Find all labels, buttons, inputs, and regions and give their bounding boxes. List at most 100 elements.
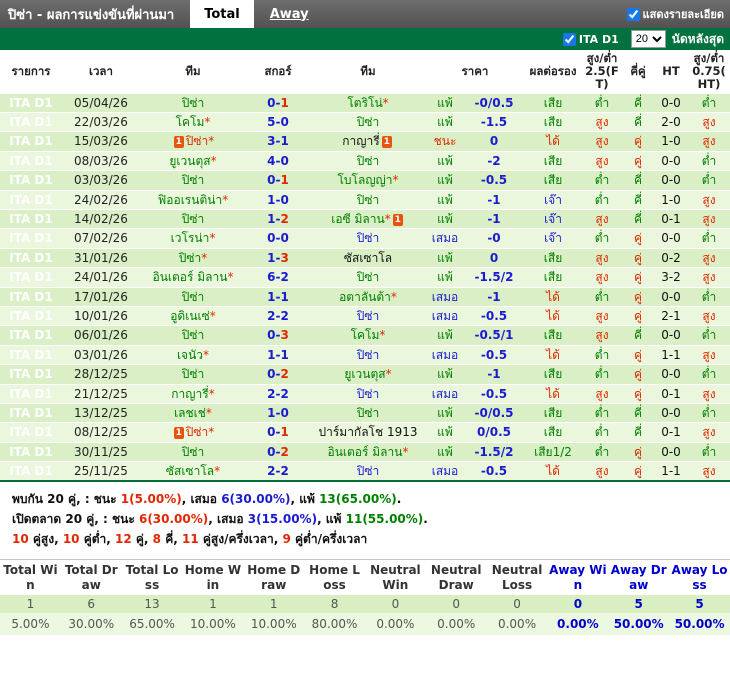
league-badge[interactable]: ITA D1 bbox=[0, 287, 62, 307]
team-name[interactable]: ฟิออเรนติน่า bbox=[158, 193, 222, 207]
team-name[interactable]: ซัสเซาโล bbox=[344, 251, 392, 265]
summary-text: 10 bbox=[12, 532, 29, 547]
team-name[interactable]: ปิซ่า bbox=[179, 251, 202, 265]
team-away: อตาลันต้า* bbox=[310, 287, 426, 307]
league-badge[interactable]: ITA D1 bbox=[0, 112, 62, 133]
match-count-select[interactable]: 20 bbox=[630, 30, 666, 48]
team-name[interactable]: อินเตอร์ มิลาน bbox=[153, 270, 228, 284]
league-badge[interactable]: ITA D1 bbox=[0, 209, 62, 230]
league-badge[interactable]: ITA D1 bbox=[0, 93, 62, 114]
match-row: ITA D1 25/11/25 ซัสเซาโล* 2-2 ปิซ่า เสมอ -0.5 ไ… bbox=[0, 461, 730, 482]
result-text: แพ้ bbox=[437, 212, 453, 226]
league-badge[interactable]: ITA D1 bbox=[0, 403, 62, 424]
league-badge[interactable]: ITA D1 bbox=[0, 228, 62, 249]
team-name[interactable]: ปาร์มากัลโช 1913 bbox=[318, 425, 417, 439]
stats-percent-cell: 0.00% bbox=[486, 613, 548, 636]
team-name[interactable]: ปิซ่า bbox=[357, 406, 380, 420]
team-name[interactable]: อินเตอร์ มิลาน bbox=[328, 445, 403, 459]
league-filter-checkbox[interactable] bbox=[562, 32, 576, 46]
match-date: 14/02/26 bbox=[62, 209, 140, 230]
league-badge[interactable]: ITA D1 bbox=[0, 248, 62, 269]
team-name[interactable]: ยูเวนตุส bbox=[169, 154, 210, 168]
stats-count-cell: 5 bbox=[608, 595, 670, 614]
star-marker: * bbox=[382, 95, 389, 110]
score-part: 1-0 bbox=[267, 192, 289, 207]
match-row: ITA D1 03/01/26 เจนัว* 1-1 ปิซ่า เสมอ -0.5 ได้ต… bbox=[0, 345, 730, 366]
team-name[interactable]: ปิซ่า bbox=[357, 348, 380, 362]
score-part: 3-1 bbox=[267, 134, 289, 149]
over-under-ht: สูง bbox=[688, 345, 730, 366]
stats-header-cell: Total Draw bbox=[60, 559, 122, 596]
league-badge[interactable]: ITA D1 bbox=[0, 190, 62, 211]
league-badge[interactable]: ITA D1 bbox=[0, 131, 62, 152]
team-name[interactable]: ปิซ่า bbox=[182, 445, 205, 459]
team-name[interactable]: ปิซ่า bbox=[182, 212, 205, 226]
team-name[interactable]: ปิซ่า bbox=[182, 173, 205, 187]
match-score: 2-2 bbox=[246, 306, 310, 327]
league-badge[interactable]: ITA D1 bbox=[0, 306, 62, 327]
handicap-value: -0.5 bbox=[464, 345, 525, 366]
show-details-toggle[interactable]: แสดงรายละเอียด bbox=[626, 5, 730, 23]
team-name[interactable]: เลชเช่ bbox=[174, 406, 206, 420]
team-name[interactable]: ปิซ่า bbox=[357, 154, 380, 168]
league-filter-toggle[interactable]: ITA D1 bbox=[562, 32, 625, 46]
league-badge[interactable]: ITA D1 bbox=[0, 267, 62, 288]
score-part: 1-1 bbox=[267, 347, 289, 362]
team-name[interactable]: ปิซ่า bbox=[357, 387, 380, 401]
handicap-value: -1.5 bbox=[464, 112, 525, 133]
team-name[interactable]: เจนัว bbox=[177, 348, 203, 362]
league-badge[interactable]: ITA D1 bbox=[0, 151, 62, 172]
team-name[interactable]: กาญารี่ bbox=[342, 134, 379, 148]
show-details-checkbox[interactable] bbox=[626, 7, 640, 21]
team-name[interactable]: โคโม bbox=[351, 328, 380, 342]
team-name[interactable]: ปิซ่า bbox=[357, 115, 380, 129]
odd-even: คู่ bbox=[622, 248, 655, 269]
team-name[interactable]: โคโม bbox=[176, 115, 205, 129]
team-name[interactable]: ปิซ่า bbox=[182, 96, 205, 110]
league-badge[interactable]: ITA D1 bbox=[0, 442, 62, 463]
team-home: ยูเวนตุส* bbox=[140, 151, 246, 172]
league-badge[interactable]: ITA D1 bbox=[0, 364, 62, 385]
league-badge[interactable]: ITA D1 bbox=[0, 325, 62, 346]
team-name[interactable]: โบโลญญ่า bbox=[337, 173, 392, 187]
over-under-ft: สูง bbox=[582, 112, 623, 133]
team-name[interactable]: เวโรน่า bbox=[171, 231, 210, 245]
stats-header-cell: Neutral Loss bbox=[486, 559, 548, 596]
team-name[interactable]: อตาลันต้า bbox=[339, 290, 391, 304]
team-name[interactable]: โตริโน่ bbox=[347, 96, 382, 110]
team-name[interactable]: ยูเวนตุส bbox=[344, 367, 385, 381]
league-badge[interactable]: ITA D1 bbox=[0, 422, 62, 443]
summary-text: 10 bbox=[62, 532, 80, 547]
team-name[interactable]: ปิซ่า bbox=[182, 290, 205, 304]
over-under-ft: ต่ำ bbox=[582, 422, 623, 443]
team-name[interactable]: ปิซ่า bbox=[357, 231, 380, 245]
halftime-score: 0-0 bbox=[654, 403, 689, 424]
team-name[interactable]: ปิซ่า bbox=[186, 134, 209, 148]
team-name[interactable]: ปิซ่า bbox=[182, 367, 205, 381]
team-name[interactable]: ซัสเซาโล bbox=[166, 464, 214, 478]
team-name[interactable]: ปิซ่า bbox=[357, 193, 380, 207]
league-badge[interactable]: ITA D1 bbox=[0, 345, 62, 366]
league-badge[interactable]: ITA D1 bbox=[0, 170, 62, 191]
team-name[interactable]: ปิซ่า bbox=[186, 425, 209, 439]
over-under-ht-text: สูง bbox=[702, 212, 716, 226]
star-marker: * bbox=[204, 115, 211, 130]
match-date: 06/01/26 bbox=[62, 325, 140, 346]
team-name[interactable]: ปิซ่า bbox=[357, 309, 380, 323]
match-date: 22/03/26 bbox=[62, 112, 140, 133]
league-badge[interactable]: ITA D1 bbox=[0, 384, 62, 404]
stats-count-cell: 8 bbox=[304, 595, 365, 614]
team-away: ซัสเซาโล bbox=[310, 248, 426, 269]
team-name[interactable]: ปิซ่า bbox=[357, 464, 380, 478]
team-away: ปิซ่า bbox=[310, 345, 426, 366]
team-name[interactable]: กาญารี่ bbox=[171, 387, 208, 401]
star-marker: * bbox=[201, 250, 208, 265]
team-name[interactable]: เอซี มิลาน bbox=[331, 212, 384, 226]
team-name[interactable]: อูดิเนเซ่ bbox=[170, 309, 210, 323]
tab-total[interactable]: Total bbox=[190, 0, 254, 28]
tab-away[interactable]: Away bbox=[270, 7, 309, 22]
team-name[interactable]: ปิซ่า bbox=[357, 270, 380, 284]
odd-even-text: คี่ bbox=[634, 405, 643, 420]
league-badge[interactable]: ITA D1 bbox=[0, 461, 62, 482]
team-name[interactable]: ปิซ่า bbox=[182, 328, 205, 342]
